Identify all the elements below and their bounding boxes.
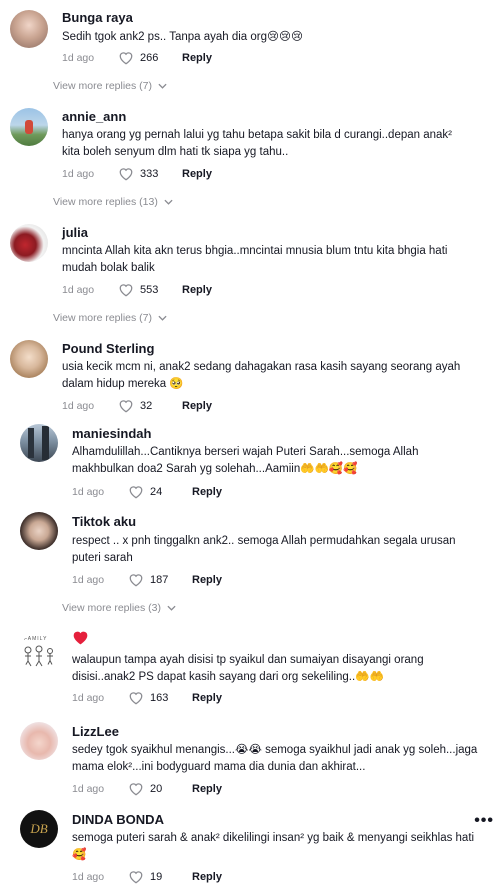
comment-text: Alhamdulillah...Cantiknya berseri wajah … — [72, 446, 419, 475]
reply-button[interactable]: Reply — [192, 783, 222, 795]
view-more-replies[interactable]: View more replies (7) — [53, 80, 167, 92]
avatar[interactable] — [20, 424, 58, 462]
comment-meta: 1d ago 553 Reply — [62, 283, 212, 297]
like-count: 24 — [150, 486, 163, 498]
comment-meta: 1d ago 187 Reply — [72, 573, 222, 587]
comment-date: 1d ago — [62, 168, 95, 180]
reply-button[interactable]: Reply — [192, 871, 222, 883]
view-more-replies[interactable]: View more replies (13) — [53, 196, 173, 208]
comment-text: semoga puteri sarah & anak² dikelilingi … — [72, 832, 475, 861]
like-count: 163 — [150, 692, 169, 704]
view-more-replies-label: View more replies (3) — [62, 602, 162, 614]
avatar[interactable] — [20, 722, 58, 760]
comment-username[interactable]: maniesindah — [72, 426, 151, 441]
avatar-logo-text: DB — [30, 821, 48, 836]
reply-button[interactable]: Reply — [192, 486, 222, 498]
comment-username[interactable]: Pound Sterling — [62, 341, 154, 356]
comment-meta: 1d ago 19 Reply — [72, 870, 222, 884]
comment-date: 1d ago — [72, 692, 105, 704]
like-count: 187 — [150, 574, 169, 586]
reply-button[interactable]: Reply — [182, 400, 212, 412]
like-heart-icon[interactable] — [128, 782, 144, 796]
comment-date: 1d ago — [72, 783, 105, 795]
red-heart-icon — [73, 631, 88, 645]
comment-date: 1d ago — [72, 574, 105, 586]
view-more-replies[interactable]: View more replies (7) — [53, 312, 167, 324]
reply-button[interactable]: Reply — [182, 284, 212, 296]
comment-username[interactable]: LizzLee — [72, 724, 119, 739]
comment-meta: 1d ago 24 Reply — [72, 485, 222, 499]
comment-username[interactable]: annie_ann — [62, 109, 126, 124]
comment-username[interactable]: Bunga raya — [62, 10, 133, 25]
like-heart-icon[interactable] — [128, 485, 144, 499]
comment-username[interactable]: julia — [62, 225, 88, 240]
like-count: 20 — [150, 783, 163, 795]
more-options-icon[interactable]: ••• — [474, 812, 494, 830]
comment-date: 1d ago — [62, 400, 95, 412]
avatar[interactable] — [20, 512, 58, 550]
comment-text: hanya orang yg pernah lalui yg tahu beta… — [62, 129, 452, 158]
reply-button[interactable]: Reply — [192, 692, 222, 704]
comment-username[interactable]: DINDA BONDA — [72, 812, 164, 827]
view-more-replies-label: View more replies (7) — [53, 312, 153, 324]
comment-meta: 1d ago 266 Reply — [62, 51, 212, 65]
comment-date: 1d ago — [72, 486, 105, 498]
like-heart-icon[interactable] — [128, 573, 144, 587]
comment-text: walaupun tampa ayah disisi tp syaikul da… — [72, 654, 424, 683]
chevron-down-icon — [158, 83, 167, 89]
view-more-replies-label: View more replies (13) — [53, 196, 158, 208]
avatar[interactable]: DB — [20, 810, 58, 848]
comment-text: Sedih tgok ank2 ps.. Tanpa ayah dia org😢… — [62, 31, 303, 43]
family-drawing-icon — [24, 645, 53, 667]
comment-meta: 1d ago 20 Reply — [72, 782, 222, 796]
comment-date: 1d ago — [62, 52, 95, 64]
like-heart-icon[interactable] — [118, 399, 134, 413]
reply-button[interactable]: Reply — [182, 52, 212, 64]
comment-text: sedey tgok syaikhul menangis...😭😭 semoga… — [72, 744, 478, 773]
chevron-down-icon — [164, 199, 173, 205]
chevron-down-icon — [167, 605, 176, 611]
avatar[interactable] — [10, 340, 48, 378]
like-count: 553 — [140, 284, 159, 296]
view-more-replies[interactable]: View more replies (3) — [62, 602, 176, 614]
like-count: 32 — [140, 400, 153, 412]
like-heart-icon[interactable] — [118, 51, 134, 65]
avatar[interactable] — [10, 224, 48, 262]
like-heart-icon[interactable] — [128, 691, 144, 705]
reply-button[interactable]: Reply — [182, 168, 212, 180]
like-count: 333 — [140, 168, 159, 180]
reply-button[interactable]: Reply — [192, 574, 222, 586]
like-heart-icon[interactable] — [118, 167, 134, 181]
comment-username[interactable]: Tiktok aku — [72, 514, 136, 529]
comment-text: mncinta Allah kita akn terus bhgia..mnci… — [62, 245, 448, 274]
comment-meta: 1d ago 333 Reply — [62, 167, 212, 181]
avatar[interactable] — [10, 10, 48, 48]
comment-meta: 1d ago 32 Reply — [62, 399, 212, 413]
chevron-down-icon — [158, 315, 167, 321]
view-more-replies-label: View more replies (7) — [53, 80, 153, 92]
like-heart-icon[interactable] — [118, 283, 134, 297]
comment-meta: 1d ago 163 Reply — [72, 691, 222, 705]
like-heart-icon[interactable] — [128, 870, 144, 884]
like-count: 19 — [150, 871, 163, 883]
comment-date: 1d ago — [72, 871, 105, 883]
comment-text: usia kecik mcm ni, anak2 sedang dahagaka… — [62, 361, 461, 390]
like-count: 266 — [140, 52, 159, 64]
comment-date: 1d ago — [62, 284, 95, 296]
avatar[interactable]: FAMILY — [20, 632, 58, 670]
avatar[interactable] — [10, 108, 48, 146]
comment-text: respect .. x pnh tinggalkn ank2.. semoga… — [72, 535, 456, 564]
